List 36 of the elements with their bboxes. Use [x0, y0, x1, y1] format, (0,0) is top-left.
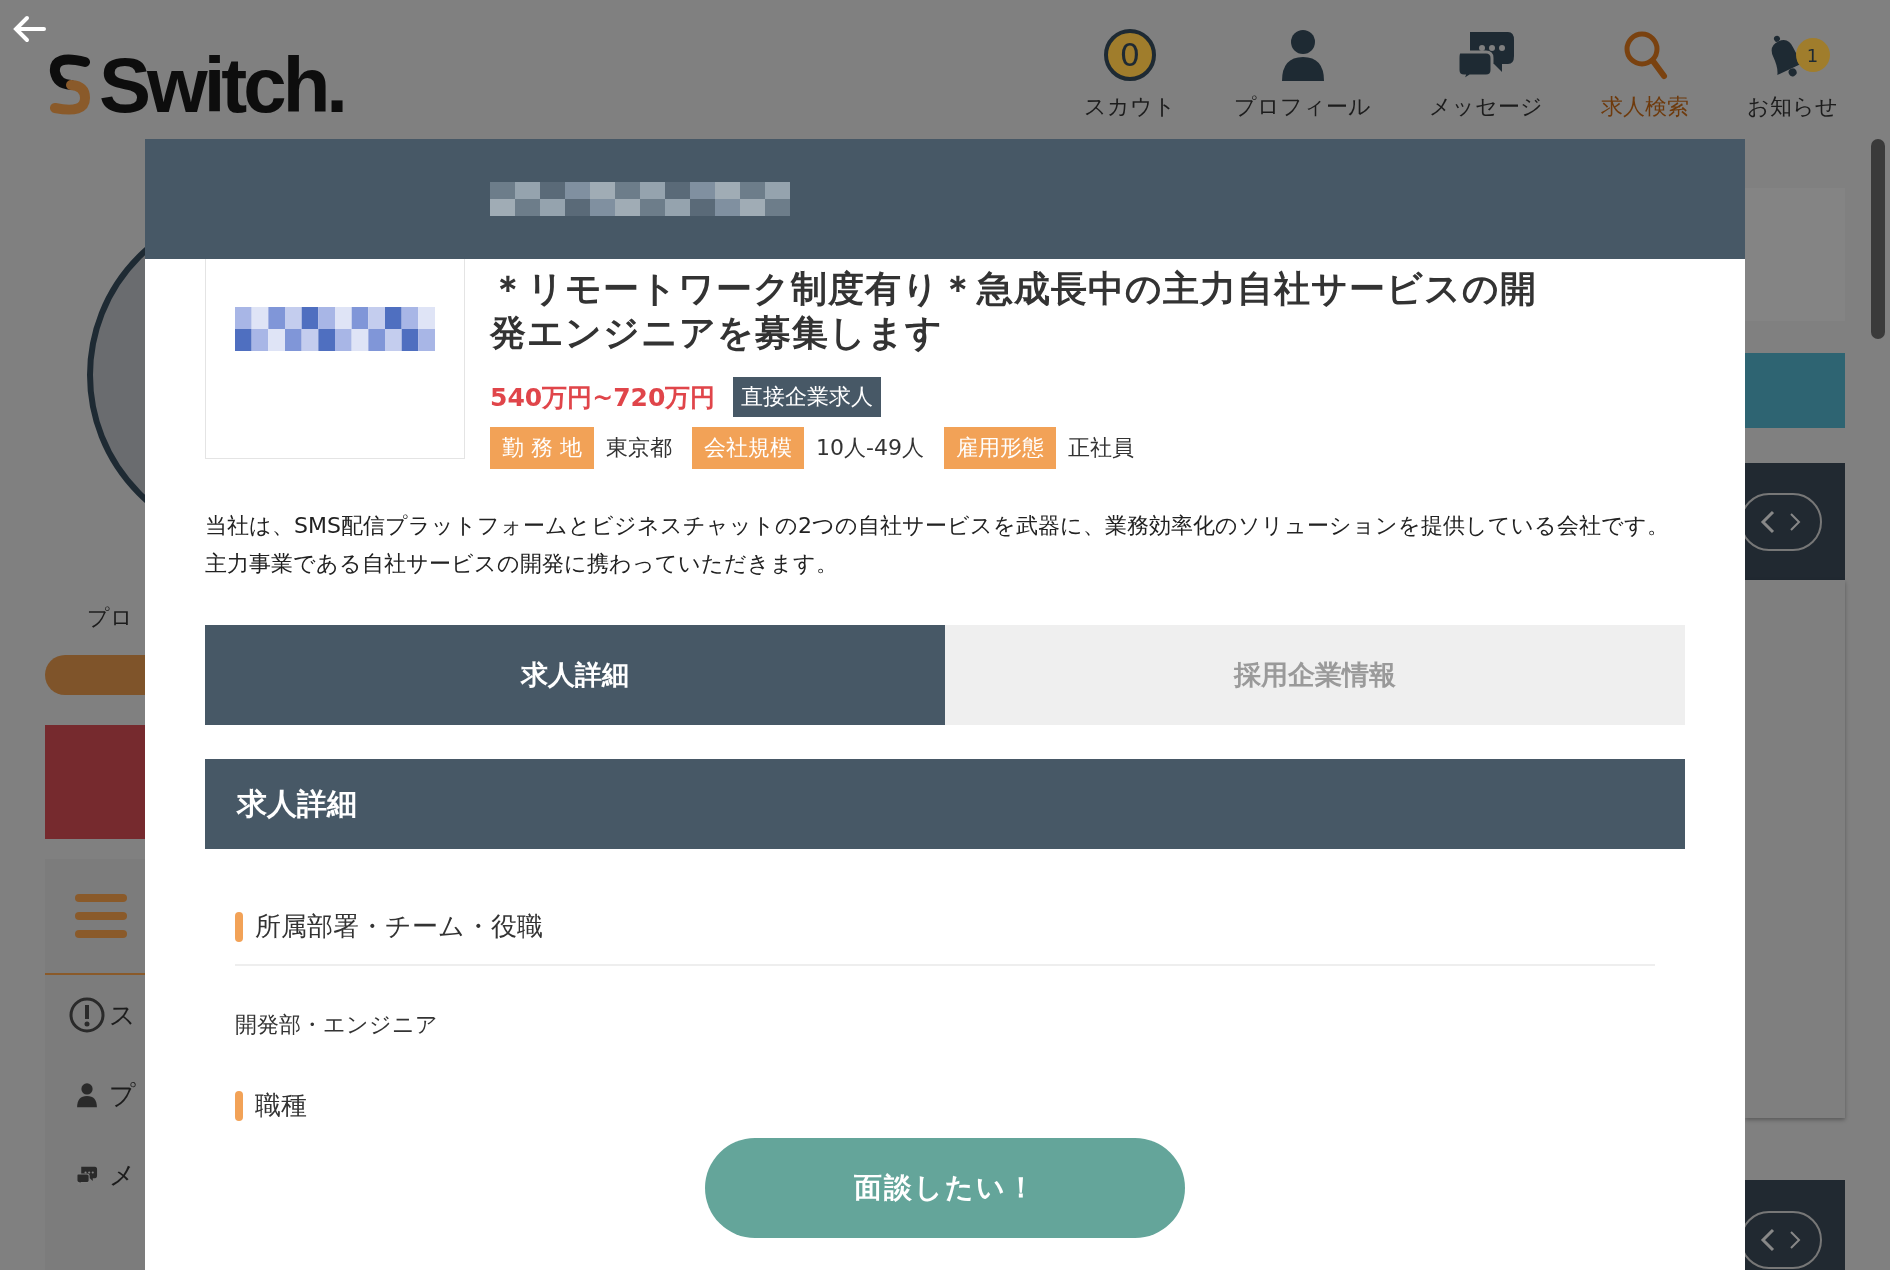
nav-item[interactable]: メッセージ: [1429, 26, 1543, 122]
tab[interactable]: 求人詳細: [205, 625, 945, 725]
heading-marker: [235, 911, 243, 942]
nav-item[interactable]: 0 スカウト: [1084, 26, 1176, 122]
tag-value: 東京都: [606, 434, 672, 462]
logo-text: Switch.: [99, 45, 345, 125]
tag-label: 雇用形態: [943, 427, 1056, 469]
field-heading: 職種: [255, 1089, 307, 1122]
menu-item[interactable]: プ: [109, 1077, 136, 1113]
tag-value: 正社員: [1067, 434, 1134, 462]
back-arrow-icon[interactable]: [12, 15, 46, 43]
interview-button[interactable]: 面談したい！: [705, 1138, 1185, 1238]
profile-label: プロ: [87, 604, 134, 632]
heading-marker: [235, 1090, 243, 1121]
tag-label: 会社規模: [692, 427, 804, 469]
scrollbar[interactable]: [1871, 139, 1885, 339]
job-title: ＊リモートワーク制度有り＊急成長中の主力自社サービスの開発エンジニアを募集します: [490, 267, 1538, 355]
section-header: 求人詳細: [205, 759, 1685, 849]
job-type-tag: 直接企業求人: [733, 377, 882, 417]
nav-item[interactable]: 求人検索: [1601, 26, 1689, 122]
coin-icon: 0: [1104, 29, 1156, 81]
notification-badge: 1: [1795, 38, 1830, 72]
menu-item[interactable]: ス: [109, 997, 136, 1033]
salary: 540万円~720万円: [490, 381, 716, 414]
field-value: 開発部・エンジニア: [235, 1011, 439, 1039]
tag-label: 勤 務 地: [490, 427, 594, 469]
search-icon: [1622, 29, 1668, 81]
tab[interactable]: 採用企業情報: [945, 625, 1685, 725]
field-heading: 所属部署・チーム・役職: [255, 910, 543, 943]
tag-value: 10人-49人: [816, 434, 924, 462]
description: 当社は、SMS配信プラットフォームとビジネスチャットの2つの自社サービスを武器に、業務効率化のソリューションを提供している会社です。主力事業である自社サービスの開発に携わっていただきます。: [205, 512, 1670, 578]
nav-item[interactable]: 1 お知らせ: [1747, 26, 1838, 122]
nav-item[interactable]: プロフィール: [1234, 26, 1371, 122]
alert-icon: [69, 997, 105, 1033]
person-icon: [1279, 29, 1326, 81]
menu-item[interactable]: メ: [109, 1157, 136, 1193]
